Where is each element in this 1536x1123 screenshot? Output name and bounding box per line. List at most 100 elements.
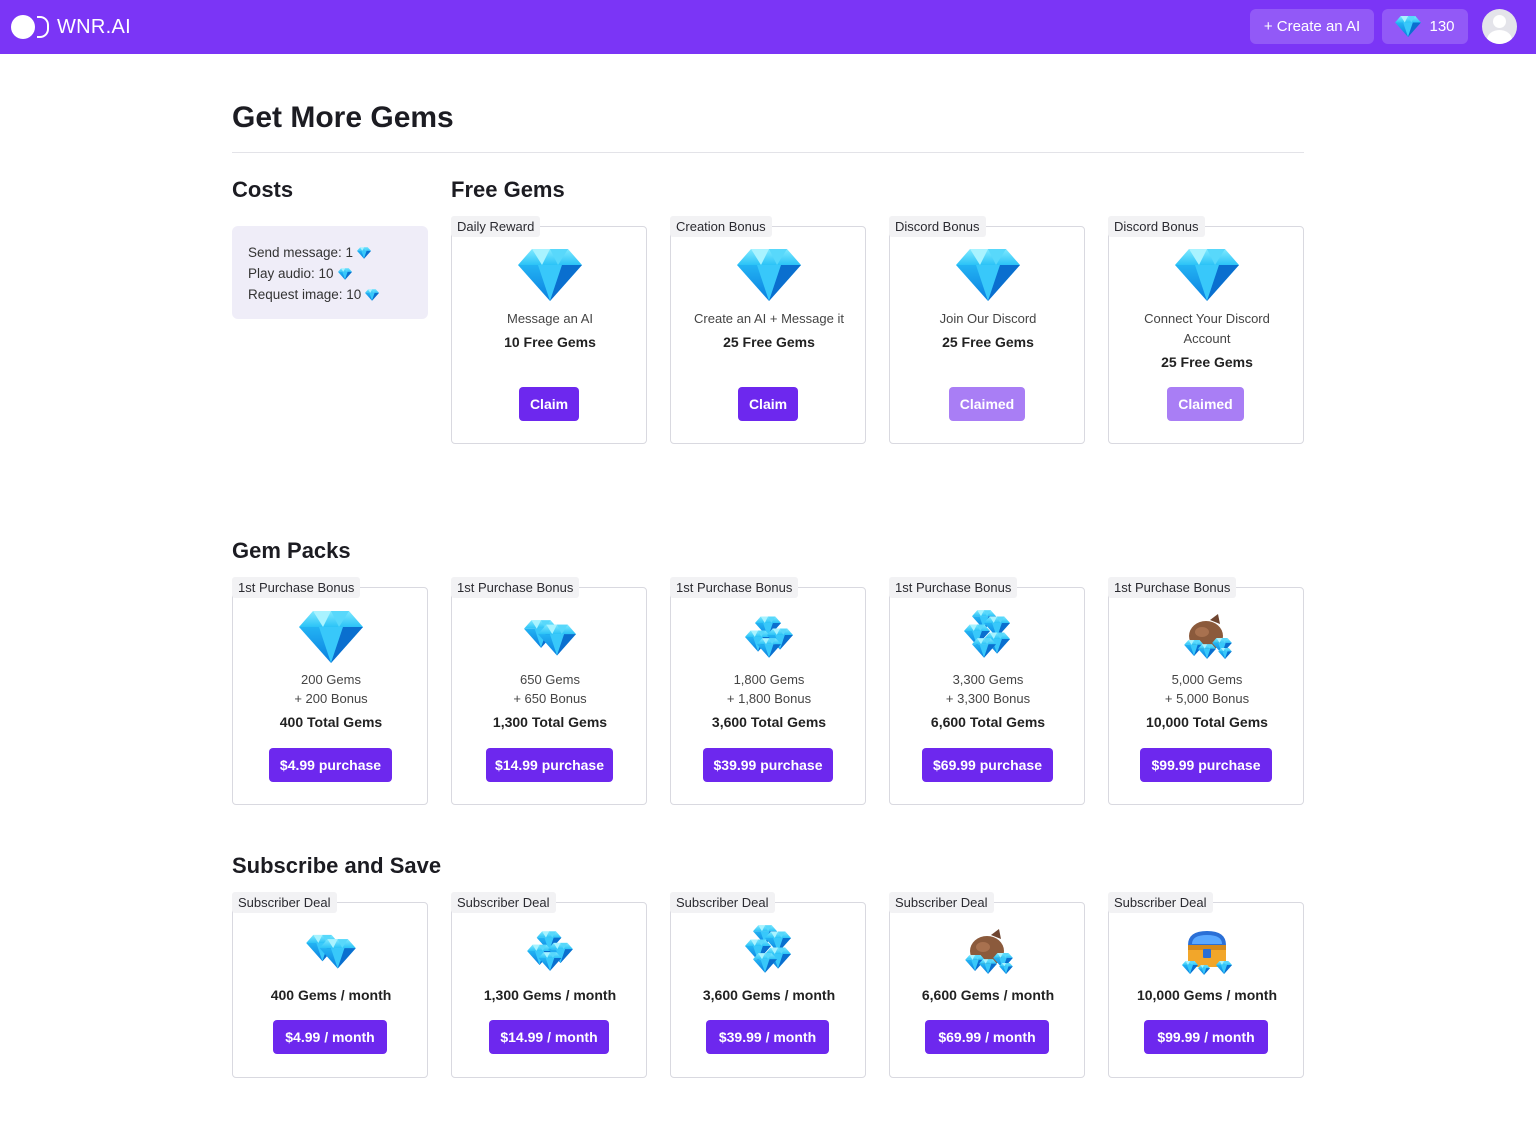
purchase-button[interactable]: $4.99 purchase (269, 748, 392, 782)
pack-gems: 3,300 Gems (952, 672, 1024, 687)
subscription-card: Subscriber Deal 1,300 Gems / month $14.9… (451, 892, 647, 1078)
card-tag: 1st Purchase Bonus (889, 577, 1018, 598)
gem-heap-icon (745, 925, 791, 973)
pack-gems: 650 Gems (520, 672, 580, 687)
subscription-card: Subscriber Deal 400 Gems / month $4.99 /… (232, 892, 428, 1078)
card-amount: 25 Free Gems (942, 334, 1034, 350)
card-tag: 1st Purchase Bonus (670, 577, 799, 598)
single-gem-icon (299, 611, 363, 663)
cost-line: Play audio: 10 (248, 263, 428, 284)
card-tag: Daily Reward (451, 216, 541, 237)
card-amount: 25 Free Gems (723, 334, 815, 350)
card-tag: Creation Bonus (670, 216, 772, 237)
gem-balance-button[interactable]: 130 (1382, 9, 1468, 44)
logo-mark-icon (11, 15, 49, 39)
gem-packs-title: Gem Packs (232, 538, 351, 563)
purchase-button[interactable]: $39.99 purchase (703, 748, 833, 782)
card-tag: Subscriber Deal (670, 892, 775, 913)
subscribe-button[interactable]: $4.99 / month (273, 1020, 387, 1054)
gem-pack-card: 1st Purchase Bonus 3,300 Gems + 3,300 Bo… (889, 577, 1085, 805)
card-amount: 10 Free Gems (504, 334, 596, 350)
pack-gems: 200 Gems (301, 672, 361, 687)
card-tag: 1st Purchase Bonus (232, 577, 361, 598)
gem-heap-icon (964, 610, 1010, 658)
pack-gems: 1,800 Gems (733, 672, 805, 687)
claimed-button[interactable]: Claimed (1167, 387, 1244, 421)
subscription-amount: 1,300 Gems / month (483, 987, 617, 1003)
subscribe-button[interactable]: $14.99 / month (489, 1020, 609, 1054)
claim-button[interactable]: Claim (519, 387, 579, 421)
gem-icon (518, 249, 582, 301)
gem-pack-card: 1st Purchase Bonus 1,800 Gems + 1,800 Bo… (670, 577, 866, 805)
card-description: Create an AI + Message it (694, 311, 844, 326)
subscription-amount: 400 Gems / month (270, 987, 392, 1003)
subscribe-button[interactable]: $69.99 / month (925, 1020, 1049, 1054)
pack-total: 10,000 Total Gems (1146, 714, 1268, 730)
gem-icon (956, 249, 1020, 301)
gem-icon (1175, 249, 1239, 301)
pack-bonus: + 1,800 Bonus (726, 691, 812, 706)
card-amount: 25 Free Gems (1161, 354, 1253, 370)
gem-icon (1395, 16, 1421, 37)
card-description: Connect Your Discord (1144, 311, 1270, 326)
claimed-button[interactable]: Claimed (949, 387, 1025, 421)
card-description: Join Our Discord (939, 311, 1037, 326)
card-tag: Discord Bonus (1108, 216, 1205, 237)
claim-button[interactable]: Claim (738, 387, 798, 421)
pack-total: 3,600 Total Gems (711, 714, 827, 730)
page-title: Get More Gems (232, 101, 454, 134)
subscribe-title: Subscribe and Save (232, 853, 442, 878)
pack-total: 1,300 Total Gems (492, 714, 608, 730)
card-tag: 1st Purchase Bonus (451, 577, 580, 598)
logo[interactable]: WNR.AI (11, 15, 131, 39)
gem-pack-card: 1st Purchase Bonus 650 Gems + 650 Bonus … (451, 577, 647, 805)
costs-box: Send message: 1 Play audio: 10 Request i… (232, 226, 428, 319)
pack-bonus: + 200 Bonus (294, 691, 368, 706)
pack-bonus: + 650 Bonus (513, 691, 587, 706)
card-tag: 1st Purchase Bonus (1108, 577, 1237, 598)
gem-balance-count: 130 (1429, 18, 1455, 35)
divider (232, 152, 1304, 153)
costs-title: Costs (232, 177, 294, 202)
subscription-amount: 3,600 Gems / month (702, 987, 836, 1003)
cost-line: Send message: 1 (248, 242, 428, 263)
card-description: Message an AI (507, 311, 593, 326)
card-tag: Subscriber Deal (1108, 892, 1213, 913)
card-tag: Subscriber Deal (889, 892, 994, 913)
gem-icon (737, 249, 801, 301)
top-nav-bar: WNR.AI + Create an AI 130 (0, 0, 1536, 54)
subscribe-button[interactable]: $39.99 / month (706, 1020, 829, 1054)
gem-pair-icon (306, 934, 356, 969)
card-tag: Discord Bonus (889, 216, 986, 237)
subscription-amount: 6,600 Gems / month (921, 987, 1055, 1003)
free-gem-card: Creation Bonus Create an AI + Message it… (670, 216, 866, 444)
pack-total: 400 Total Gems (279, 714, 383, 730)
gem-icon (357, 247, 371, 259)
gem-pile-icon (745, 616, 793, 658)
treasure-chest-icon (1182, 931, 1232, 975)
gem-sack-icon (965, 929, 1013, 974)
gem-icon (365, 289, 379, 301)
purchase-button[interactable]: $14.99 purchase (486, 748, 613, 782)
subscribe-button[interactable]: $99.99 / month (1144, 1020, 1268, 1054)
gem-pile-icon (527, 931, 573, 971)
user-avatar[interactable] (1482, 9, 1517, 44)
free-gem-card: Daily Reward Message an AI 10 Free Gems … (451, 216, 647, 444)
gem-pair-icon (524, 620, 576, 656)
card-description-line2: Account (1183, 331, 1231, 346)
cost-line: Request image: 10 (248, 284, 428, 305)
card-tag: Subscriber Deal (451, 892, 556, 913)
gem-icon (338, 268, 352, 280)
free-gem-card: Discord Bonus Connect Your Discord Accou… (1108, 216, 1304, 444)
subscription-card: Subscriber Deal 6,600 Gems / month $69.9… (889, 892, 1085, 1078)
create-ai-button[interactable]: + Create an AI (1250, 9, 1374, 44)
pack-bonus: + 3,300 Bonus (945, 691, 1031, 706)
gem-pack-card: 1st Purchase Bonus 5,000 Gems + 5,000 Bo… (1108, 577, 1304, 805)
logo-text: WNR.AI (57, 15, 132, 38)
pack-gems: 5,000 Gems (1171, 672, 1243, 687)
purchase-button[interactable]: $99.99 purchase (1140, 748, 1272, 782)
gem-sack-icon (1184, 614, 1232, 659)
purchase-button[interactable]: $69.99 purchase (922, 748, 1053, 782)
free-gem-card: Discord Bonus Join Our Discord 25 Free G… (889, 216, 1085, 444)
pack-bonus: + 5,000 Bonus (1164, 691, 1250, 706)
